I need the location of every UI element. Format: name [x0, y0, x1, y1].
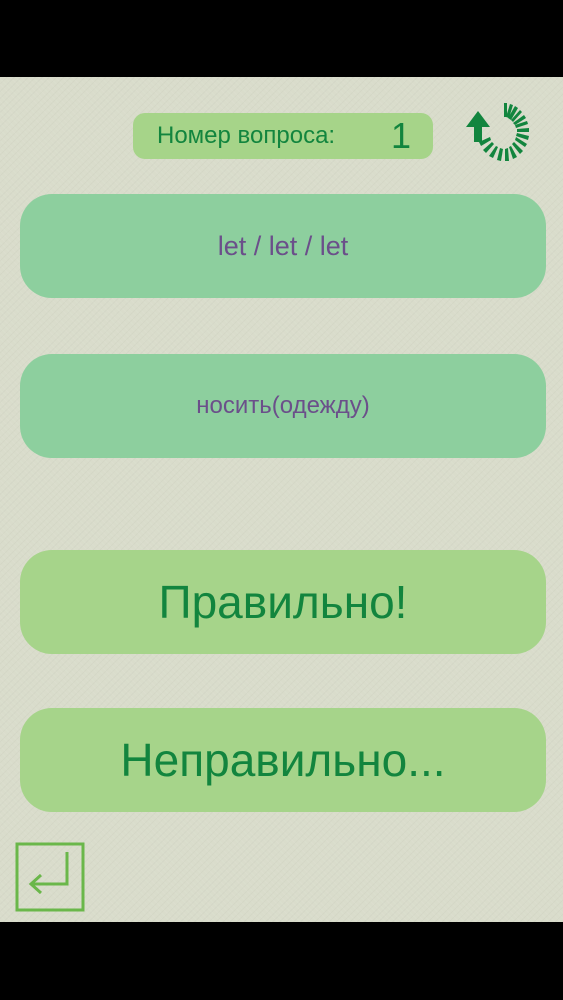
app-screen: Номер вопроса: 1 let / let / let носить(… — [0, 77, 563, 922]
question-counter: Номер вопроса: 1 — [133, 113, 433, 159]
restart-button[interactable] — [460, 99, 542, 177]
translation-text: носить(одежду) — [196, 392, 370, 419]
verb-forms-text: let / let / let — [217, 230, 349, 261]
correct-button-label: Правильно! — [158, 576, 408, 628]
word-card: let / let / let — [20, 194, 546, 298]
return-arrow-icon — [15, 842, 85, 912]
wrong-button-label: Неправильно... — [120, 734, 446, 786]
back-button[interactable] — [15, 842, 85, 912]
correct-button[interactable]: Правильно! — [20, 550, 546, 654]
question-number: 1 — [391, 115, 412, 156]
wrong-button[interactable]: Неправильно... — [20, 708, 546, 812]
translation-card: носить(одежду) — [20, 354, 546, 458]
question-counter-label: Номер вопроса: — [157, 122, 336, 149]
restart-icon — [466, 103, 529, 161]
